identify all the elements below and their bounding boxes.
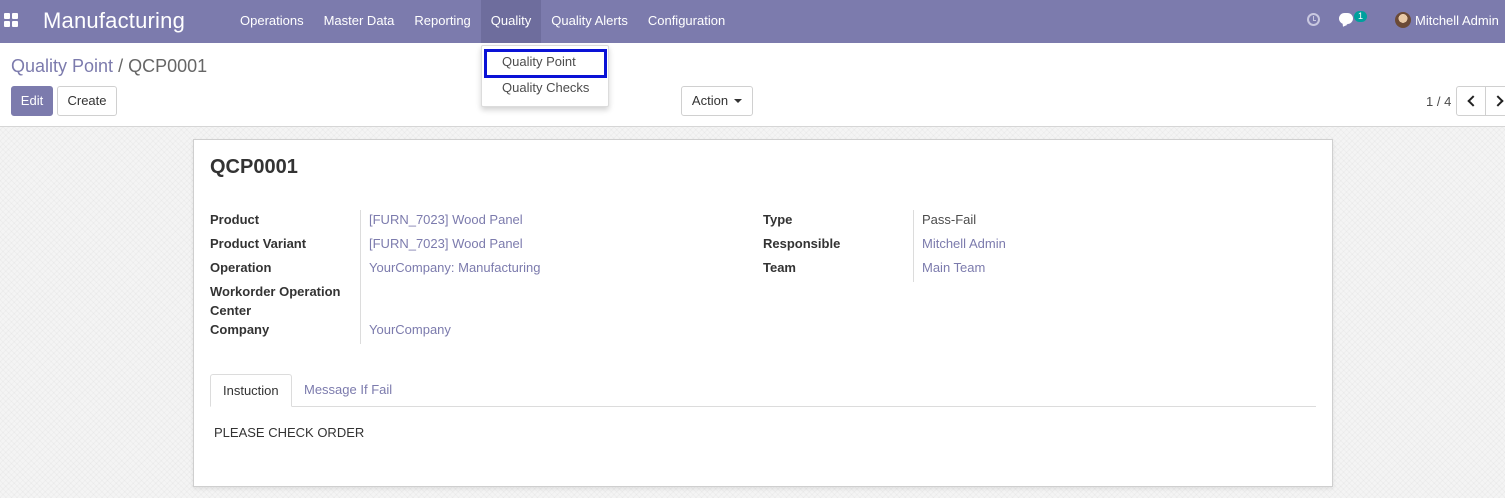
tab-instruction[interactable]: Instuction — [210, 374, 292, 407]
breadcrumb-parent[interactable]: Quality Point — [11, 56, 113, 76]
field-label-team: Team — [763, 260, 796, 275]
field-value-type[interactable]: Pass-Fail — [922, 210, 976, 229]
caret-down-icon — [734, 98, 743, 103]
field-label-type: Type — [763, 212, 793, 227]
highlight-box — [484, 49, 607, 78]
breadcrumb: Quality Point / QCP0001 — [11, 56, 207, 77]
field-label-product: Product — [210, 212, 260, 227]
top-navbar: Manufacturing Operations Master Data Rep… — [0, 0, 1505, 43]
field-value-product-variant[interactable]: [FURN_7023] Wood Panel — [369, 234, 523, 253]
user-name[interactable]: Mitchell Admin — [1415, 13, 1499, 28]
field-value-product[interactable]: [FURN_7023] Wood Panel — [369, 210, 523, 229]
action-label: Action — [691, 93, 729, 108]
breadcrumb-separator: / — [118, 56, 124, 76]
breadcrumb-current: QCP0001 — [128, 56, 208, 76]
menu-reporting[interactable]: Reporting — [404, 0, 480, 43]
messages-count-badge: 1 — [1354, 11, 1368, 22]
activity-clock-icon[interactable] — [1307, 13, 1320, 26]
field-value-operation[interactable]: YourCompany: Manufacturing — [369, 258, 541, 277]
chevron-right-icon — [1492, 95, 1504, 107]
menu-operations[interactable]: Operations — [230, 0, 314, 43]
menu-configuration[interactable]: Configuration — [638, 0, 735, 43]
instruction-text: PLEASE CHECK ORDER — [214, 425, 365, 440]
menu-quality-alerts[interactable]: Quality Alerts — [541, 0, 638, 43]
user-avatar[interactable] — [1395, 12, 1411, 28]
field-value-company[interactable]: YourCompany — [369, 320, 451, 339]
menu-master-data[interactable]: Master Data — [314, 0, 405, 43]
messages-chat-icon[interactable] — [1339, 13, 1353, 24]
field-label-responsible: Responsible — [763, 236, 841, 251]
pager-value: 1 / 4 — [1426, 94, 1452, 109]
right-group-separator — [913, 210, 914, 282]
record-title: QCP0001 — [210, 156, 298, 178]
app-name[interactable]: Manufacturing — [43, 8, 185, 34]
tab-message-if-fail[interactable]: Message If Fail — [292, 374, 404, 407]
main-menu: Operations Master Data Reporting Quality… — [230, 0, 735, 43]
field-label-workorder-operation-cont: Center — [210, 303, 252, 318]
form-sheet: QCP0001 Product [FURN_7023] Wood Panel P… — [193, 139, 1333, 487]
field-label-operation: Operation — [210, 260, 272, 275]
left-group-separator — [360, 210, 361, 344]
menu-quality[interactable]: Quality — [480, 0, 542, 43]
chevron-left-icon — [1467, 95, 1479, 107]
action-dropdown-button[interactable]: Action — [681, 86, 753, 116]
dropdown-item-quality-checks[interactable]: Quality Checks — [482, 76, 610, 100]
field-label-product-variant: Product Variant — [210, 236, 307, 251]
field-value-team[interactable]: Main Team — [922, 258, 985, 277]
pager-previous-button[interactable] — [1456, 86, 1486, 116]
apps-menu-icon[interactable] — [4, 13, 18, 27]
quality-dropdown-menu: Quality Point Quality Checks — [481, 45, 609, 107]
create-button[interactable]: Create — [57, 86, 117, 116]
field-label-workorder-operation: Workorder Operation — [210, 284, 341, 299]
pager-next-button[interactable] — [1485, 86, 1505, 116]
field-label-company: Company — [210, 322, 270, 337]
field-value-responsible[interactable]: Mitchell Admin — [922, 234, 1006, 253]
edit-button[interactable]: Edit — [11, 86, 53, 116]
